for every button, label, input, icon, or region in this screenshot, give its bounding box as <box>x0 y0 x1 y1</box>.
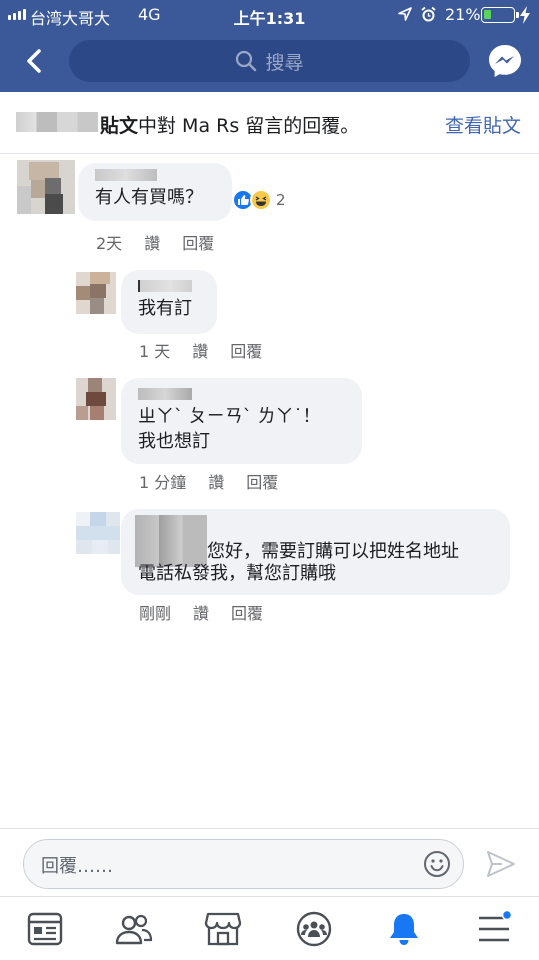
comment-time: 2天 <box>96 234 123 253</box>
reply-composer: 回覆…… <box>0 828 539 896</box>
comment-text: 有人有買嗎？ <box>95 187 203 208</box>
alarm-icon <box>421 6 436 22</box>
search-placeholder: 搜尋 <box>265 51 304 74</box>
search-input[interactable]: 搜尋 <box>69 40 470 82</box>
comment-meta: 1 分鐘 讚 回覆 <box>139 469 278 493</box>
comment-meta: 2天 讚 回覆 <box>96 230 214 254</box>
send-icon[interactable] <box>486 850 516 878</box>
battery-icon <box>481 7 519 23</box>
reply-placeholder: 回覆…… <box>41 856 113 877</box>
avatar[interactable] <box>76 378 116 420</box>
comment-bubble: 有人有買嗎？ <box>78 163 232 221</box>
reply-button[interactable]: 回覆 <box>182 230 214 254</box>
avatar[interactable] <box>17 160 75 214</box>
tab-notifications[interactable] <box>384 911 424 947</box>
like-button[interactable]: 讚 <box>192 338 208 362</box>
nav-bar: 搜尋 <box>0 30 539 92</box>
view-post-link[interactable]: 查看貼文 <box>445 111 521 138</box>
search-icon <box>236 50 257 72</box>
comment-time: 1 天 <box>139 342 171 361</box>
reply-button[interactable]: 回覆 <box>231 600 263 624</box>
groups-icon <box>296 911 332 947</box>
comment-time: 剛剛 <box>139 604 172 623</box>
like-button[interactable]: 讚 <box>193 600 209 624</box>
blurred-commenter-name <box>138 388 192 400</box>
reply-button[interactable]: 回覆 <box>246 469 278 493</box>
comment-meta: 1 天 讚 回覆 <box>139 338 262 362</box>
replies-title: 貼文中對 Ma Rs 留言的回覆。 <box>100 115 360 137</box>
blurred-commenter-name <box>95 169 157 181</box>
marketplace-icon <box>204 912 242 946</box>
charging-icon <box>520 6 530 24</box>
reply-input[interactable]: 回覆…… <box>23 839 464 889</box>
comment-meta: 剛剛 讚 回覆 <box>139 600 263 624</box>
notifications-icon <box>390 914 418 945</box>
haha-reaction-icon <box>250 189 272 211</box>
tab-news-feed[interactable] <box>25 911 65 947</box>
emoji-icon[interactable] <box>423 850 451 878</box>
menu-icon <box>479 909 513 942</box>
comment-text: 我有訂 <box>138 298 192 319</box>
avatar[interactable] <box>76 272 116 314</box>
comment-text-line-2: 電話私發我，幫您訂購哦 <box>138 563 336 584</box>
comment-time: 1 分鐘 <box>139 473 187 492</box>
replies-header: 貼文中對 Ma Rs 留言的回覆。 查看貼文 <box>0 92 539 154</box>
news-feed-icon <box>27 912 63 946</box>
status-bar: 台湾大哥大 4G 上午1:31 21% <box>0 0 539 30</box>
comment-text-line-2: 我也想訂 <box>138 431 210 452</box>
top-header: 台湾大哥大 4G 上午1:31 21% 搜尋 <box>0 0 539 92</box>
avatar[interactable] <box>76 512 120 554</box>
tab-groups[interactable] <box>294 911 334 947</box>
comment-bubble: 我有訂 <box>121 270 217 334</box>
reaction-count: 2 <box>276 191 286 209</box>
blurred-author-name <box>16 112 98 132</box>
like-button[interactable]: 讚 <box>208 469 224 493</box>
location-icon <box>398 7 412 21</box>
back-arrow-icon[interactable] <box>20 46 50 76</box>
comment-bubble: ㄓㄚˋ ㄆㄧㄢˋ ㄌㄚ˙！ 我也想訂 <box>121 378 362 464</box>
tab-friends[interactable] <box>114 911 154 947</box>
reaction-summary[interactable]: 2 <box>232 188 286 212</box>
like-button[interactable]: 讚 <box>144 230 160 254</box>
blurred-commenter-name <box>138 280 192 292</box>
reply-button[interactable]: 回覆 <box>230 338 262 362</box>
bottom-tab-bar <box>0 896 539 960</box>
tab-marketplace[interactable] <box>203 911 243 947</box>
comment-bubble: 您好，需要訂購可以把姓名地址 電話私發我，幫您訂購哦 <box>121 509 510 595</box>
tab-menu[interactable] <box>474 909 514 947</box>
blurred-commenter-name <box>135 515 207 567</box>
messenger-icon[interactable] <box>487 43 523 79</box>
friends-icon <box>115 914 153 945</box>
comment-text: ㄓㄚˋ ㄆㄧㄢˋ ㄌㄚ˙！ <box>138 406 321 427</box>
battery-percent: 21% <box>445 5 481 24</box>
